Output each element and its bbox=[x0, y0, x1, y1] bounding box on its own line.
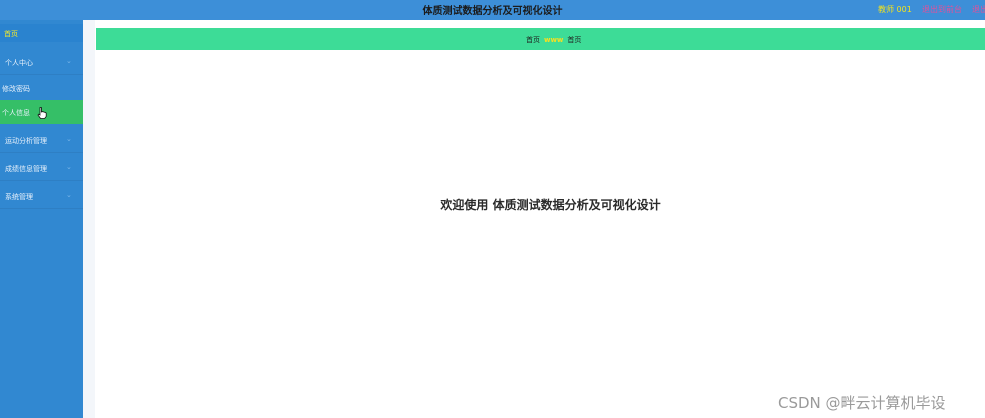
sidebar-item-score-info[interactable]: 成绩信息管理 ⌄ bbox=[0, 154, 83, 181]
chevron-down-icon: ⌄ bbox=[66, 57, 72, 65]
sidebar-item-label: 系统管理 bbox=[5, 193, 33, 201]
sidebar-item-home[interactable]: 首页 bbox=[0, 24, 83, 42]
hand-cursor-icon bbox=[37, 107, 47, 119]
sidebar-item-sport-analysis[interactable]: 运动分析管理 ⌄ bbox=[0, 126, 83, 153]
sidebar-subitem-change-password[interactable]: 修改密码 bbox=[0, 76, 83, 100]
content-gutter bbox=[83, 20, 95, 418]
back-to-front-link[interactable]: 退出到前台 bbox=[922, 4, 962, 15]
breadcrumb-separator: www bbox=[544, 36, 564, 44]
watermark: CSDN @畔云计算机毕设 bbox=[778, 394, 946, 412]
chevron-down-icon: ⌄ bbox=[66, 135, 72, 143]
breadcrumb: 首页 www 首页 bbox=[96, 28, 985, 50]
user-name: 教师 001 bbox=[878, 5, 912, 14]
breadcrumb-current: 首页 bbox=[567, 36, 582, 44]
sidebar: 首页 个人中心 ⌄ 修改密码 个人信息 运动分析管理 ⌄ 成绩信息管理 ⌄ 系统… bbox=[0, 20, 83, 418]
sidebar-home-label: 首页 bbox=[4, 30, 18, 38]
logout-link[interactable]: 退出 bbox=[972, 4, 985, 15]
welcome-message: 欢迎使用 体质测试数据分析及可视化设计 bbox=[440, 198, 661, 212]
sidebar-item-label: 运动分析管理 bbox=[5, 137, 47, 145]
chevron-down-icon: ⌄ bbox=[66, 191, 72, 199]
sidebar-item-label: 修改密码 bbox=[2, 85, 30, 93]
app-title: 体质测试数据分析及可视化设计 bbox=[422, 6, 563, 17]
sidebar-item-label: 成绩信息管理 bbox=[5, 165, 47, 173]
breadcrumb-home[interactable]: 首页 bbox=[526, 36, 540, 44]
breadcrumb-trail: 首页 www 首页 bbox=[526, 35, 581, 45]
sidebar-item-personal-center[interactable]: 个人中心 ⌄ bbox=[0, 48, 83, 75]
sidebar-item-label: 个人中心 bbox=[5, 59, 33, 67]
top-bar: 体质测试数据分析及可视化设计 教师 001 退出到前台 退出 bbox=[0, 0, 985, 20]
sidebar-item-label: 个人信息 bbox=[2, 109, 30, 117]
sidebar-item-system[interactable]: 系统管理 ⌄ bbox=[0, 182, 83, 209]
chevron-down-icon: ⌄ bbox=[66, 163, 72, 171]
